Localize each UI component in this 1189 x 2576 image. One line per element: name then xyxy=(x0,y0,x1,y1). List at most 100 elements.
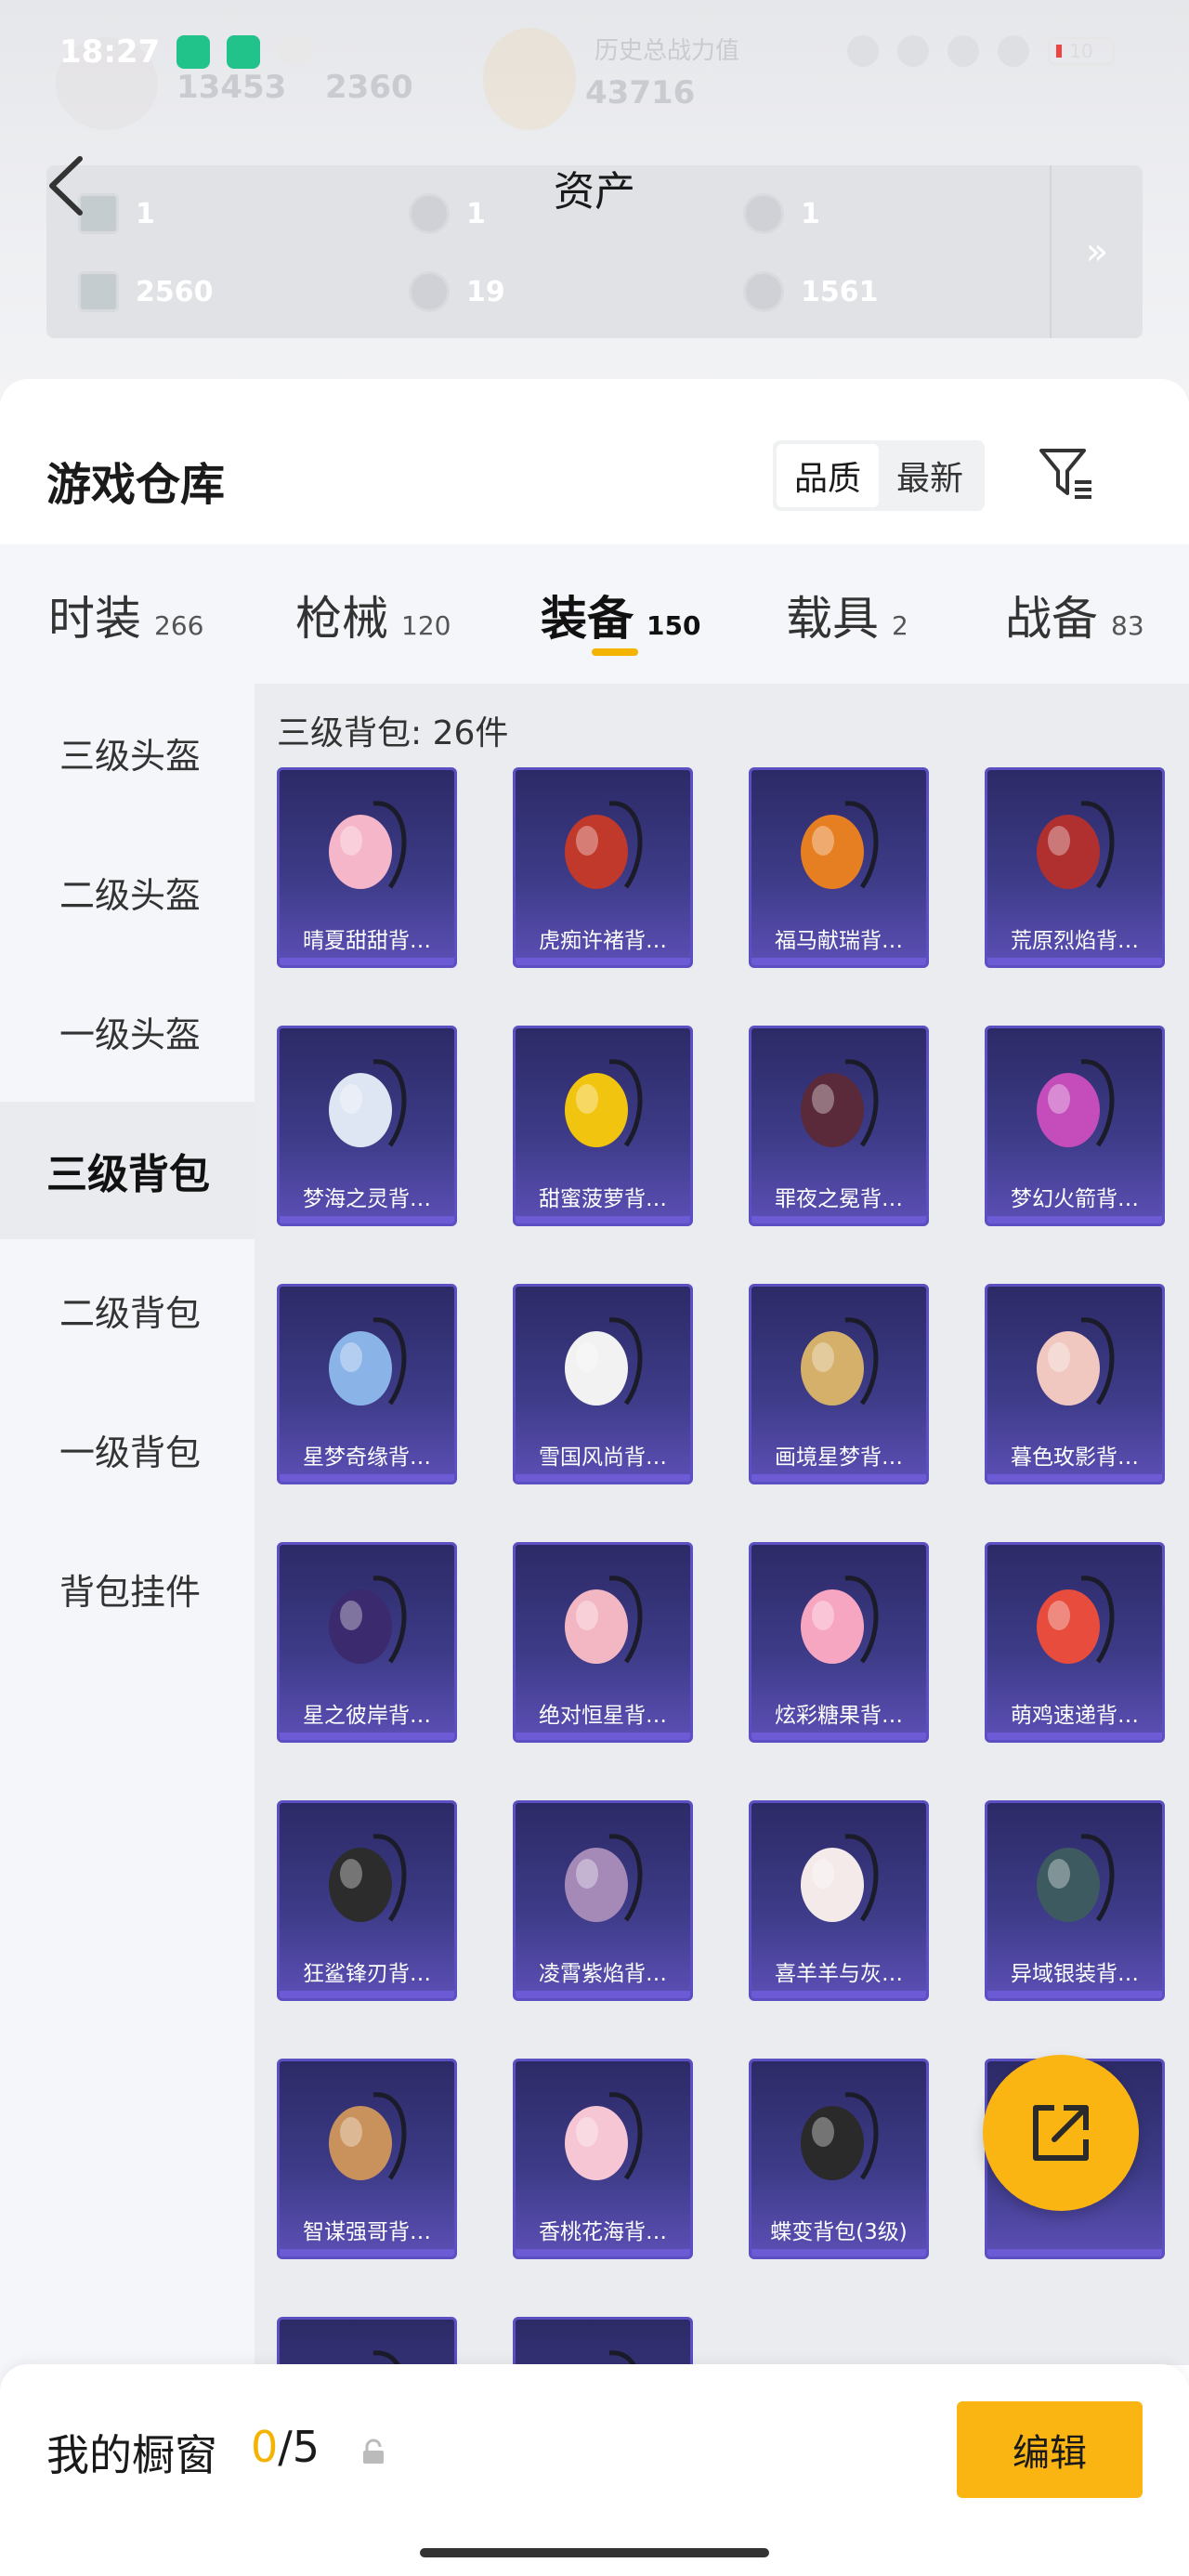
item-name: 凌霄紫焰背… xyxy=(539,1962,667,1986)
item-name: 蝶变背包(3级) xyxy=(770,2220,908,2244)
item-name: 梦海之灵背… xyxy=(303,1187,431,1211)
filter-icon xyxy=(1039,449,1091,499)
item-card[interactable]: 梦幻火箭背… xyxy=(985,1026,1165,1226)
notification-app-icon xyxy=(227,35,260,69)
wifi-icon xyxy=(998,35,1029,67)
sidebar-item-helmet-lv3[interactable]: 三级头盔 xyxy=(0,684,255,821)
sidebar-item-backpack-lv3[interactable]: 三级背包 xyxy=(0,1102,255,1239)
item-card[interactable]: 萌鸡速递背… xyxy=(985,1542,1165,1743)
home-indicator[interactable] xyxy=(420,2548,769,2557)
item-name: 星之彼岸背… xyxy=(303,1704,431,1728)
item-card[interactable]: 画境星梦背… xyxy=(749,1284,929,1484)
backpack-icon xyxy=(329,1317,407,1406)
active-tab-indicator xyxy=(592,648,638,656)
item-card[interactable]: 晴夏甜甜背… xyxy=(277,767,457,968)
backpack-icon xyxy=(329,801,407,889)
page-title: 资产 xyxy=(554,168,635,216)
item-name: 雪国风尚背… xyxy=(539,1445,667,1470)
warehouse-title: 游戏仓库 xyxy=(46,459,226,511)
item-card[interactable]: 甜蜜菠萝背… xyxy=(513,1026,693,1226)
item-name: 萌鸡速递背… xyxy=(1011,1704,1139,1728)
item-name: 炫彩糖果背… xyxy=(775,1704,903,1728)
notification-app-icon xyxy=(176,35,210,69)
backpack-icon xyxy=(801,1059,879,1147)
sort-quality-button[interactable]: 品质 xyxy=(777,444,879,507)
section-count-label: 三级背包: 26件 xyxy=(277,714,509,752)
tab-count: 266 xyxy=(154,610,204,641)
stat-value-a: 13453 xyxy=(176,69,287,106)
sidebar-item-backpack-lv2[interactable]: 二级背包 xyxy=(0,1241,255,1379)
tab-equipment[interactable]: 装备 150 xyxy=(541,582,700,648)
filter-button[interactable] xyxy=(1031,438,1102,509)
mute-icon xyxy=(847,35,879,67)
backpack-icon xyxy=(565,2092,643,2180)
sidebar-item-helmet-lv2[interactable]: 二级头盔 xyxy=(0,823,255,961)
tab-fashion[interactable]: 时装 266 xyxy=(48,582,203,648)
coin-bronze-icon xyxy=(743,271,784,312)
sidebar-item-backpack-lv1[interactable]: 一级背包 xyxy=(0,1380,255,1518)
tab-weapons[interactable]: 枪械 120 xyxy=(295,582,451,648)
backpack-icon xyxy=(565,801,643,889)
edit-button[interactable]: 编辑 xyxy=(957,2401,1143,2498)
backpack-icon xyxy=(801,801,879,889)
item-card[interactable]: 雪国风尚背… xyxy=(513,1284,693,1484)
item-card[interactable]: 蝶变背包(3级) xyxy=(749,2059,929,2259)
item-card[interactable]: 异域银装背… xyxy=(985,1800,1165,2001)
item-card[interactable]: 凌霄紫焰背… xyxy=(513,1800,693,2001)
showcase-bar: 我的橱窗 0/5 编辑 xyxy=(0,2364,1189,2576)
status-time: 18:27 xyxy=(59,33,161,71)
backpack-icon xyxy=(329,2092,407,2180)
signal-icon xyxy=(947,35,979,67)
item-name: 甜蜜菠萝背… xyxy=(539,1187,667,1211)
lock-icon xyxy=(363,2439,384,2464)
bluetooth-icon xyxy=(897,35,929,67)
share-button[interactable] xyxy=(983,2055,1139,2211)
tab-count: 150 xyxy=(647,610,701,641)
backpack-icon xyxy=(801,1317,879,1406)
item-card[interactable]: 虎痴许褚背… xyxy=(513,767,693,968)
asset-value: 19 xyxy=(466,275,505,308)
subcategory-sidebar: 三级头盔 二级头盔 一级头盔 三级背包 二级背包 一级背包 背包挂件 xyxy=(0,684,255,2576)
backpack-icon xyxy=(1037,801,1115,889)
showcase-used: 0 xyxy=(251,2422,279,2472)
item-card[interactable]: 星之彼岸背… xyxy=(277,1542,457,1743)
sidebar-item-helmet-lv1[interactable]: 一级头盔 xyxy=(0,962,255,1100)
item-name: 绝对恒星背… xyxy=(539,1704,667,1728)
sidebar-item-backpack-charm[interactable]: 背包挂件 xyxy=(0,1520,255,1657)
tab-supplies[interactable]: 战备 83 xyxy=(1005,582,1144,648)
item-card[interactable]: 炫彩糖果背… xyxy=(749,1542,929,1743)
item-card[interactable]: 福马献瑞背… xyxy=(749,767,929,968)
item-card[interactable]: 梦海之灵背… xyxy=(277,1026,457,1226)
item-card[interactable] xyxy=(513,2317,693,2365)
item-name: 狂鲨锋刃背… xyxy=(303,1962,431,1986)
item-card[interactable]: 暮色玫影背… xyxy=(985,1284,1165,1484)
tab-vehicles[interactable]: 载具 2 xyxy=(786,582,908,648)
item-card[interactable] xyxy=(277,2317,457,2365)
item-card[interactable]: 智谋强哥背… xyxy=(277,2059,457,2259)
item-card[interactable]: 罪夜之冕背… xyxy=(749,1026,929,1226)
item-card[interactable]: 绝对恒星背… xyxy=(513,1542,693,1743)
item-name: 罪夜之冕背… xyxy=(775,1187,903,1211)
item-card[interactable]: 狂鲨锋刃背… xyxy=(277,1800,457,2001)
tab-count: 2 xyxy=(892,610,908,641)
showcase-label: 我的橱窗 xyxy=(46,2430,217,2480)
item-card[interactable]: 香桃花海背… xyxy=(513,2059,693,2259)
sort-newest-button[interactable]: 最新 xyxy=(879,444,981,507)
showcase-count: 0/5 xyxy=(251,2422,320,2472)
item-card[interactable]: 荒原烈焰背… xyxy=(985,767,1165,968)
item-name: 虎痴许褚背… xyxy=(539,929,667,953)
tab-label: 时装 xyxy=(48,592,141,646)
item-name: 画境星梦背… xyxy=(775,1445,903,1470)
item-name: 荒原烈焰背… xyxy=(1011,929,1139,953)
chat-icon xyxy=(277,35,314,65)
stat-value-c: 43716 xyxy=(585,74,696,111)
item-card[interactable]: 星梦奇缘背… xyxy=(277,1284,457,1484)
status-icons: 10 xyxy=(847,35,1115,67)
backpack-icon xyxy=(565,1576,643,1664)
sort-toggle: 品质 最新 xyxy=(773,440,985,511)
item-name: 梦幻火箭背… xyxy=(1011,1187,1139,1211)
backpack-icon xyxy=(1037,1059,1115,1147)
backpack-icon xyxy=(801,1834,879,1922)
item-card[interactable]: 喜羊羊与灰… xyxy=(749,1800,929,2001)
backpack-icon xyxy=(565,1059,643,1147)
